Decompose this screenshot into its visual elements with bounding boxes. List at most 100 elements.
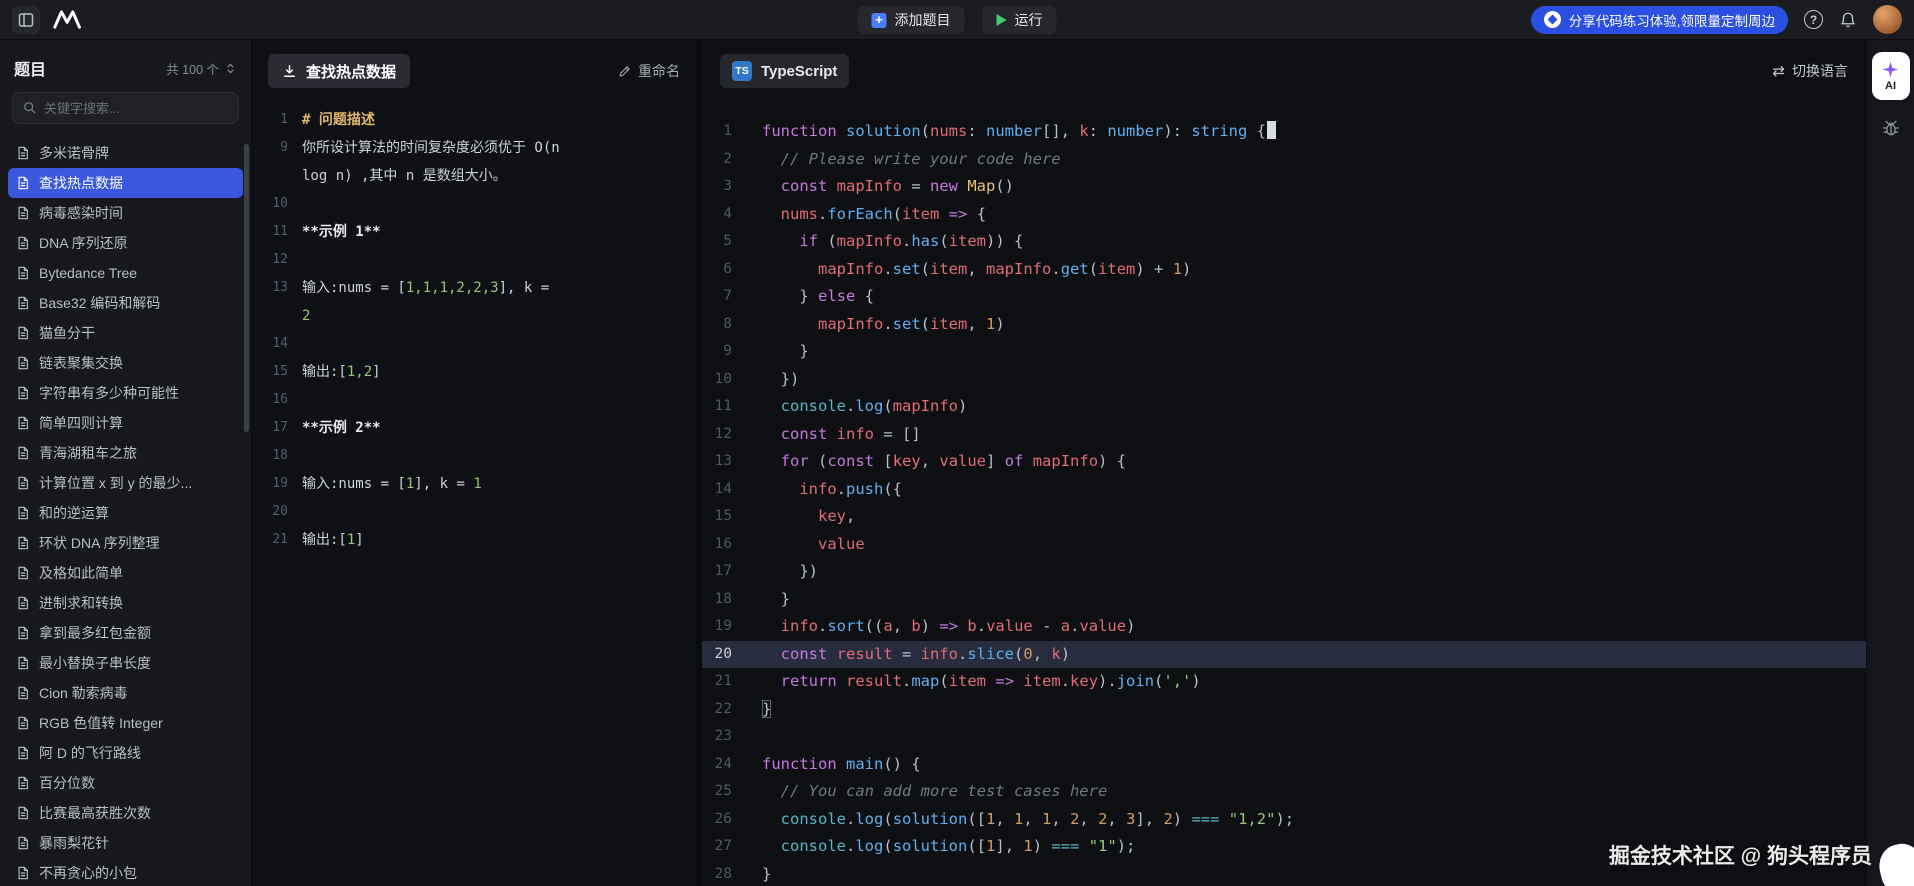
code-line[interactable]: 16 value [702,531,1866,559]
sidebar-item[interactable]: 多米诺骨牌 [8,138,243,168]
line-number: 4 [702,201,762,229]
sidebar-item-label: 不再贪心的小包 [39,863,137,883]
sidebar-item[interactable]: Cion 勒索病毒 [8,678,243,708]
code-line[interactable]: 9 } [702,338,1866,366]
code-line[interactable]: 19 info.sort((a, b) => b.value - a.value… [702,613,1866,641]
bell-icon[interactable] [1839,11,1857,29]
code-line[interactable]: 23 [702,723,1866,751]
code-line[interactable]: 13 for (const [key, value] of mapInfo) { [702,448,1866,476]
help-icon[interactable]: ? [1804,10,1823,29]
code-line[interactable]: 12 const info = [] [702,421,1866,449]
run-button[interactable]: 运行 [983,6,1057,34]
markdown-row[interactable]: 9 你所设计算法的时间复杂度必须优于 O(n [252,134,696,162]
code-line[interactable]: 6 mapInfo.set(item, mapInfo.get(item) + … [702,256,1866,284]
markdown-row[interactable]: 2 [252,302,696,330]
sidebar-item[interactable]: 环状 DNA 序列整理 [8,528,243,558]
code-line[interactable]: 15 key, [702,503,1866,531]
sidebar-item[interactable]: 暴雨梨花针 [8,828,243,858]
avatar[interactable] [1873,5,1902,34]
rename-button[interactable]: 重命名 [618,61,680,81]
add-problem-button[interactable]: + 添加题目 [858,6,965,34]
sidebar-item[interactable]: 字符串有多少种可能性 [8,378,243,408]
code-line[interactable]: 10 }) [702,366,1866,394]
code-line[interactable]: 8 mapInfo.set(item, 1) [702,311,1866,339]
code-line[interactable]: 26 console.log(solution([1, 1, 1, 2, 2, … [702,806,1866,834]
debug-button[interactable] [1881,118,1901,138]
code-line[interactable]: 17 }) [702,558,1866,586]
line-number: 10 [252,190,302,218]
markdown-row[interactable]: 1 # 问题描述 [252,106,696,134]
coin-icon [1544,11,1561,28]
sidebar-item[interactable]: 阿 D 的飞行路线 [8,738,243,768]
sidebar-item[interactable]: 病毒感染时间 [8,198,243,228]
code-line[interactable]: 22 } [702,696,1866,724]
sidebar-item[interactable]: 百分位数 [8,768,243,798]
markdown-row[interactable]: 11 **示例 1** [252,218,696,246]
sidebar-item[interactable]: 青海湖租车之旅 [8,438,243,468]
share-banner-button[interactable]: 分享代码练习体验,领限量定制周边 [1531,6,1788,34]
sidebar-item[interactable]: RGB 色值转 Integer [8,708,243,738]
markdown-row[interactable]: 20 [252,498,696,526]
sidebar-item[interactable]: 猫鱼分干 [8,318,243,348]
search-input[interactable] [44,101,228,116]
code-line[interactable]: 27 console.log(solution([1], 1) === "1")… [702,833,1866,861]
language-selector[interactable]: TS TypeScript [720,54,849,88]
topbar-center: + 添加题目 运行 [858,0,1057,40]
sidebar-item[interactable]: Bytedance Tree [8,258,243,288]
markdown-row[interactable]: 12 [252,246,696,274]
problem-body[interactable]: 1 # 问题描述 9 你所设计算法的时间复杂度必须优于 O(n log n) ,… [252,102,696,886]
code-line[interactable]: 1 function solution(nums: number[], k: n… [702,118,1866,146]
panel-layout-icon [17,11,35,29]
sidebar-item[interactable]: DNA 序列还原 [8,228,243,258]
code-line[interactable]: 24 function main() { [702,751,1866,779]
sidebar-item[interactable]: 比赛最高获胜次数 [8,798,243,828]
problem-title-button[interactable]: 查找热点数据 [268,54,410,88]
markdown-row[interactable]: 16 [252,386,696,414]
code-line[interactable]: 7 } else { [702,283,1866,311]
sidebar-item[interactable]: 和的逆运算 [8,498,243,528]
code-line[interactable]: 3 const mapInfo = new Map() [702,173,1866,201]
code-area[interactable]: 1 function solution(nums: number[], k: n… [702,102,1866,886]
sidebar-item[interactable]: 计算位置 x 到 y 的最少... [8,468,243,498]
switch-language-button[interactable]: ⇄ 切换语言 [1772,61,1848,81]
code-line[interactable]: 18 } [702,586,1866,614]
marscode-logo[interactable] [52,9,86,30]
markdown-row[interactable]: 18 [252,442,696,470]
sidebar-item[interactable]: 查找热点数据 [8,168,243,198]
markdown-row[interactable]: log n) ,其中 n 是数组大小。 [252,162,696,190]
code-line[interactable]: 14 info.push({ [702,476,1866,504]
sidebar-scrollbar[interactable] [244,144,249,432]
markdown-row[interactable]: 10 [252,190,696,218]
sidebar-item[interactable]: 拿到最多红包金额 [8,618,243,648]
sidebar-item[interactable]: 最小替换子串长度 [8,648,243,678]
markdown-row[interactable]: 19 输入:nums = [1], k = 1 [252,470,696,498]
markdown-row[interactable]: 14 [252,330,696,358]
markdown-row[interactable]: 21 输出:[1] [252,526,696,554]
sidebar-item[interactable]: 进制求和转换 [8,588,243,618]
ai-assistant-button[interactable]: AI [1872,52,1910,100]
sidebar-item[interactable]: 简单四则计算 [8,408,243,438]
code-line[interactable]: 4 nums.forEach(item => { [702,201,1866,229]
code-line[interactable]: 20 const result = info.slice(0, k) [702,641,1866,669]
code-line[interactable]: 25 // You can add more test cases here [702,778,1866,806]
markdown-row[interactable]: 17 **示例 2** [252,414,696,442]
code-line[interactable]: 11 console.log(mapInfo) [702,393,1866,421]
code-line[interactable]: 2 // Please write your code here [702,146,1866,174]
code-line[interactable]: 5 if (mapInfo.has(item)) { [702,228,1866,256]
code-editor: TS TypeScript ⇄ 切换语言 1 function solution… [702,40,1866,886]
document-icon [16,386,30,400]
sidebar-item[interactable]: 链表聚集交换 [8,348,243,378]
code-line[interactable]: 21 return result.map(item => item.key).j… [702,668,1866,696]
markdown-row[interactable]: 13 输入:nums = [1,1,1,2,2,3], k = [252,274,696,302]
editor-header: TS TypeScript ⇄ 切换语言 [702,40,1866,102]
code-line[interactable]: 28 } [702,861,1866,886]
sidebar-item[interactable]: 不再贪心的小包 [8,858,243,886]
sidebar-item[interactable]: 及格如此简单 [8,558,243,588]
sidebar-item[interactable]: Base32 编码和解码 [8,288,243,318]
line-number: 16 [702,531,762,559]
sidebar-toggle-button[interactable] [12,6,40,34]
markdown-text: 你所设计算法的时间复杂度必须优于 O(n [302,134,560,162]
code-text: info.push({ [762,476,902,504]
markdown-row[interactable]: 15 输出:[1,2] [252,358,696,386]
chevron-up-down-icon[interactable] [224,62,237,75]
